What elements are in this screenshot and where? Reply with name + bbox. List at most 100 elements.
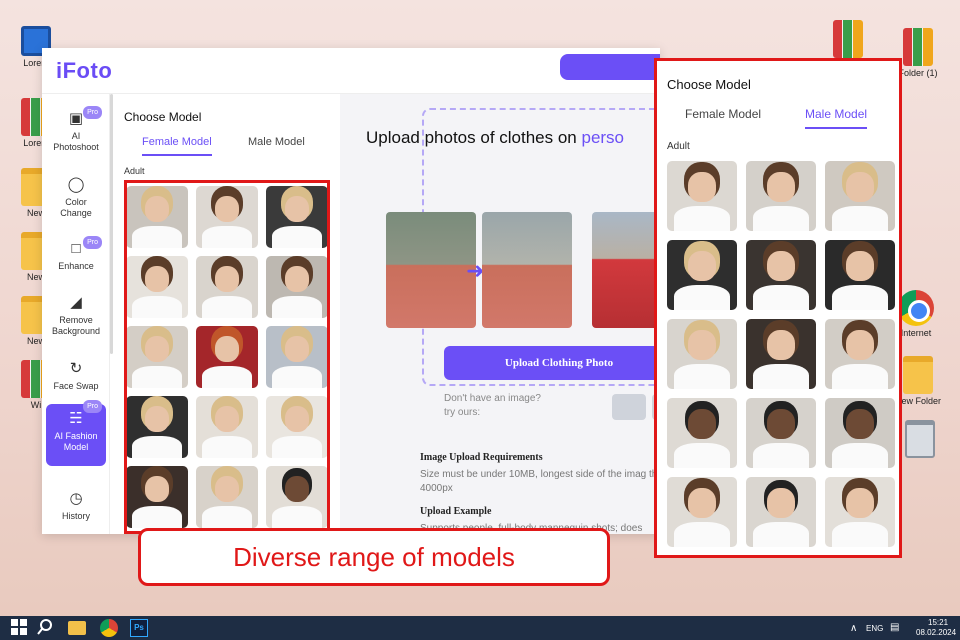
nav-color-change[interactable]: ◯ Color Change [46,176,106,219]
upload-title-prefix: Upload photos of clothes on [366,128,582,147]
search-icon [37,619,52,635]
section-label-adult: Adult [667,141,690,152]
model-thumbnail[interactable] [746,161,816,231]
nav-ai-photoshoot[interactable]: Pro ▣ AI Photoshoot [46,106,106,153]
model-thumbnail[interactable] [266,186,328,248]
upload-title: Upload photos of clothes on perso [366,128,624,148]
model-thumbnail[interactable] [126,396,188,458]
folder-icon [903,356,933,394]
face-swap-icon: ↻ [69,360,83,377]
example-photo-before [386,212,476,328]
model-thumbnail[interactable] [825,240,895,310]
model-thumbnail[interactable] [196,186,258,248]
network-icon[interactable]: ▤ [890,622,899,633]
nav-ai-fashion-model[interactable]: Pro ☵ AI Fashion Model [46,400,106,466]
nav-label: AI Fashion Model [54,431,98,452]
model-thumbnail[interactable] [746,240,816,310]
model-thumbnail[interactable] [667,477,737,547]
binders-icon [833,20,863,58]
chrome-icon [898,290,934,326]
sample-prompt-line2: try ours: [444,407,481,418]
male-model-grid [667,161,895,547]
requirements-text: Size must be under 10MB, longest side of… [420,469,660,494]
ifoto-app-window: iFoto Pro ▣ AI Photoshoot ◯ Color Change… [42,48,660,534]
model-thumbnail[interactable] [196,466,258,528]
pro-badge: Pro [83,106,102,119]
tab-female-model[interactable]: Female Model [142,136,212,156]
nav-history[interactable]: ◷ History [46,490,106,522]
palette-icon: ◯ [67,176,85,193]
sample-image-thumbnail[interactable] [612,394,646,420]
chrome-icon[interactable] [100,619,118,637]
male-model-panel: Choose Model Female Model Male Model Adu… [654,58,902,558]
desktop-icon-binders-top[interactable] [822,20,874,60]
eraser-icon: ◢ [70,294,82,311]
logo-text: iFoto [56,58,113,83]
nav-remove-background[interactable]: ◢ Remove Background [46,294,106,337]
model-thumbnail[interactable] [126,186,188,248]
fashion-model-icon: ☵ [69,410,83,427]
model-thumbnail[interactable] [266,326,328,388]
nav-label: Face Swap [53,381,99,391]
search-button[interactable] [36,619,54,637]
model-thumbnail[interactable] [667,398,737,468]
tray-chevron-icon[interactable]: ∧ [850,623,857,634]
panel-title: Choose Model [667,77,751,92]
language-indicator[interactable]: ENG [866,624,883,633]
model-thumbnail[interactable] [746,477,816,547]
upload-clothing-photo-button[interactable]: Upload Clothing Photo [444,346,660,380]
panel-title: Choose Model [124,110,202,124]
tab-male-model[interactable]: Male Model [248,136,305,154]
upload-title-accent: perso [581,128,625,147]
model-thumbnail[interactable] [126,256,188,318]
requirements-title: Image Upload Requirements [420,452,543,463]
clock-time[interactable]: 15:21 [928,618,948,627]
model-thumbnail[interactable] [126,466,188,528]
model-thumbnail[interactable] [667,161,737,231]
female-model-grid [126,186,328,528]
nav-label: History [61,511,90,521]
clock-date[interactable]: 08.02.2024 [916,628,956,637]
photoshop-icon[interactable]: Ps [130,619,148,637]
model-thumbnail[interactable] [196,256,258,318]
pro-badge: Pro [83,236,102,249]
model-thumbnail[interactable] [266,466,328,528]
model-thumbnail[interactable] [126,326,188,388]
example-photo-after [482,212,572,328]
nav-scrollbar[interactable] [110,94,113,354]
model-thumbnail[interactable] [825,398,895,468]
file-explorer-icon[interactable] [68,621,86,635]
model-thumbnail[interactable] [825,319,895,389]
sample-prompt-line1: Don't have an image? [444,393,541,404]
app-header: iFoto [42,48,660,94]
section-label-adult: Adult [124,166,145,176]
example-photo-mannequin [592,212,660,328]
model-thumbnail[interactable] [196,326,258,388]
model-thumbnail[interactable] [266,256,328,318]
upload-workspace: Upload photos of clothes on perso ➜ Uplo… [340,94,660,534]
nav-face-swap[interactable]: ↻ Face Swap [46,360,106,392]
recycle-bin-icon [905,420,935,458]
model-thumbnail[interactable] [667,240,737,310]
model-thumbnail[interactable] [746,319,816,389]
model-thumbnail[interactable] [667,319,737,389]
pro-badge: Pro [83,400,102,413]
model-thumbnail[interactable] [266,396,328,458]
model-thumbnail[interactable] [825,477,895,547]
windows-icon [11,619,27,635]
caption-banner: Diverse range of models [138,528,610,586]
model-thumbnail[interactable] [825,161,895,231]
binders-icon [903,28,933,66]
header-cta-button[interactable] [560,54,660,80]
ifoto-logo[interactable]: iFoto [56,58,112,84]
start-button[interactable] [10,619,28,637]
tab-female-model[interactable]: Female Model [685,107,761,127]
nav-label: Remove Background [51,315,101,336]
model-thumbnail[interactable] [746,398,816,468]
history-icon: ◷ [69,490,83,507]
tab-male-model[interactable]: Male Model [805,107,868,129]
sample-prompt: Don't have an image? try ours: [444,392,564,420]
model-thumbnail[interactable] [196,396,258,458]
nav-enhance[interactable]: Pro □ Enhance [46,236,106,272]
taskbar: Ps ∧ ENG ▤ 15:21 08.02.2024 [0,616,960,640]
